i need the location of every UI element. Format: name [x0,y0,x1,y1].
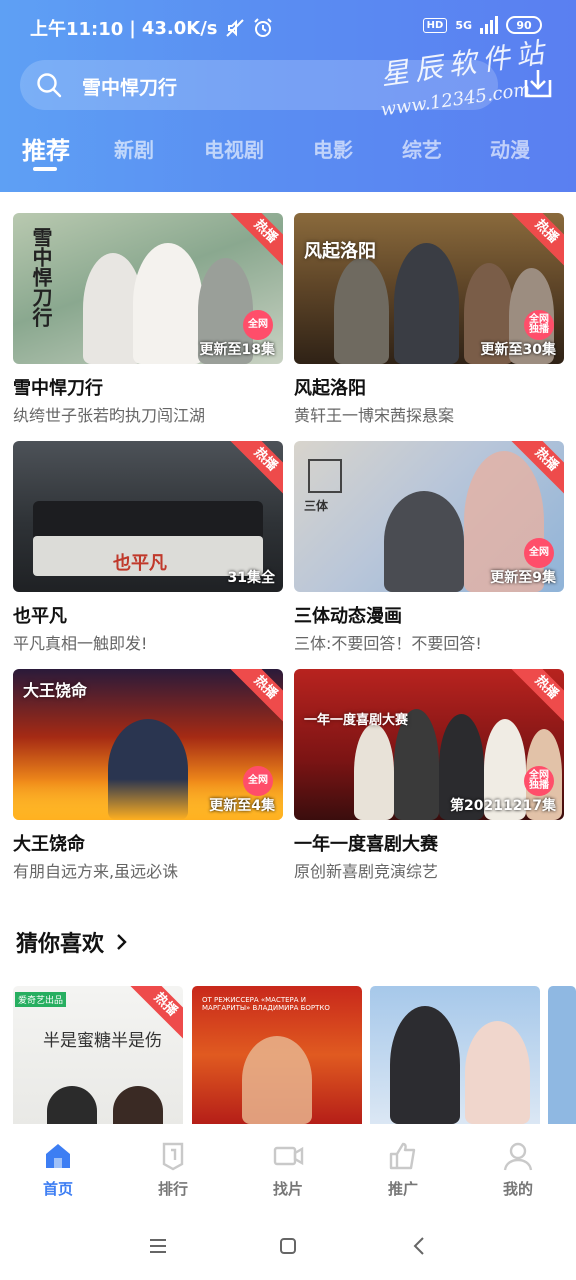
poster-title: 雪中悍刀行 [29,227,53,327]
episode-label: 更新至18集 [199,342,275,358]
nav-promotion[interactable]: 推广 [363,1140,443,1199]
status-time: 上午11:10 [30,19,124,40]
show-subtitle: 原创新喜剧竞演综艺 [294,862,439,880]
poster-title: 三体 [304,499,329,513]
search-icon [37,73,62,98]
recommendation-item-3[interactable] [370,986,540,1124]
show-card-3[interactable]: 也平凡 热播 31集全 也平凡 平凡真相一触即发! [13,441,283,652]
section-title: 猜你喜欢 [16,932,105,957]
hot-badge: 热播 [509,669,564,725]
profile-icon [503,1142,533,1171]
show-poster[interactable]: 也平凡 热播 31集全 [13,441,283,592]
tab-anime[interactable]: 动漫 [490,134,530,163]
episode-label: 第20211217集 [450,798,556,814]
episode-label: 31集全 [227,570,275,586]
hot-badge: 热播 [228,669,283,725]
show-poster[interactable]: 雪中悍刀行 热播 全网 更新至18集 [13,213,283,364]
source-tag: 爱奇艺出品 [15,992,67,1007]
hot-badge: 热播 [228,441,283,497]
show-card-1[interactable]: 雪中悍刀行 热播 全网 更新至18集 雪中悍刀行 纨绔世子张若昀执刀闯江湖 [13,213,283,424]
tab-new-drama[interactable]: 新剧 [114,134,154,163]
poster-title: 一年一度喜剧大赛 [304,713,409,728]
guess-you-like-header[interactable]: 猜你喜欢 [16,926,130,958]
tab-tv-series[interactable]: 电视剧 [204,134,264,163]
thumbs-up-icon [389,1142,416,1170]
hot-badge: 热播 [509,213,564,269]
system-navigation-bar [0,1212,576,1280]
category-tabs: 推荐 新剧 电视剧 电影 综艺 动漫 [0,130,576,174]
nav-ranking[interactable]: 排行 [133,1140,213,1199]
network-badge: 全网 独播 [524,766,554,796]
recommendation-item-2[interactable]: ОТ РЕЖИССЕРА «МАСТЕРА И МАРГАРИТЫ» ВЛАДИ… [192,986,362,1124]
show-card-5[interactable]: 大王饶命 热播 全网 更新至4集 大王饶命 有朋自远方来,虽远必诛 [13,669,283,880]
app-header: 上午11:10 | 43.0K/s HD 5G 90 雪中悍刀行 星辰软件站 w… [0,0,576,192]
episode-label: 更新至30集 [480,342,556,358]
show-poster[interactable]: 大王饶命 热播 全网 更新至4集 [13,669,283,820]
show-subtitle: 平凡真相一触即发! [13,634,148,652]
ranking-icon [162,1142,184,1171]
signal-icon [480,16,498,34]
poster-title: 大王饶命 [23,681,88,700]
nav-find-movies[interactable]: 找片 [248,1140,328,1199]
show-poster[interactable]: 风起洛阳 热播 全网 独播 更新至30集 [294,213,564,364]
bottom-navigation: 首页 排行 找片 推广 我的 [0,1124,576,1212]
show-subtitle: 纨绔世子张若昀执刀闯江湖 [13,406,206,424]
show-title[interactable]: 也平凡 [13,602,283,627]
search-input[interactable]: 雪中悍刀行 [82,73,177,100]
show-subtitle: 三体:不要回答！不要回答! [294,634,482,652]
show-title[interactable]: 一年一度喜剧大赛 [294,830,564,855]
show-title[interactable]: 雪中悍刀行 [13,374,283,399]
recommendation-item-1[interactable]: 爱奇艺出品 半是蜜糖半是伤 热播 [13,986,183,1124]
tab-movies[interactable]: 电影 [313,134,353,163]
nav-profile[interactable]: 我的 [478,1140,558,1199]
show-subtitle: 有朋自远方来,虽远必诛 [13,862,179,880]
network-badge: 全网 [243,766,273,796]
network-badge: 全网 [524,538,554,568]
episode-label: 更新至4集 [209,798,275,814]
show-card-4[interactable]: 三体 热播 全网 更新至9集 三体动态漫画 三体:不要回答！不要回答! [294,441,564,652]
show-card-2[interactable]: 风起洛阳 热播 全网 独播 更新至30集 风起洛阳 黄轩王一博宋茜探悬案 [294,213,564,424]
video-camera-icon [273,1146,304,1166]
hd-indicator: HD [422,17,448,33]
download-icon[interactable] [520,66,556,102]
chevron-right-icon [117,934,127,950]
mute-icon [225,19,244,37]
recommendation-item-4[interactable] [548,986,576,1124]
network-type: 5G [455,18,472,32]
show-card-6[interactable]: 一年一度喜剧大赛 热播 全网 独播 第20211217集 一年一度喜剧大赛 原创… [294,669,564,880]
active-tab-indicator [33,167,57,171]
network-badge: 全网 [243,310,273,340]
nav-home[interactable]: 首页 [18,1140,98,1199]
tab-recommend[interactable]: 推荐 [22,131,70,166]
home-icon [46,1144,70,1168]
alarm-icon [253,18,272,37]
show-poster[interactable]: 三体 热播 全网 更新至9集 [294,441,564,592]
show-title[interactable]: 风起洛阳 [294,374,564,399]
tab-variety[interactable]: 综艺 [402,134,442,163]
show-subtitle: 黄轩王一博宋茜探悬案 [294,406,455,424]
menu-icon[interactable] [148,1236,168,1256]
poster-title: ОТ РЕЖИССЕРА «МАСТЕРА И МАРГАРИТЫ» ВЛАДИ… [202,996,330,1013]
poster-title: 也平凡 [113,553,167,574]
network-speed: 43.0K/s [141,17,218,39]
poster-title: 风起洛阳 [304,241,376,262]
back-icon[interactable] [410,1236,430,1256]
show-title[interactable]: 三体动态漫画 [294,602,564,627]
show-title[interactable]: 大王饶命 [13,830,283,855]
hot-badge: 热播 [228,213,283,269]
episode-label: 更新至9集 [490,570,556,586]
show-poster[interactable]: 一年一度喜剧大赛 热播 全网 独播 第20211217集 [294,669,564,820]
poster-title: 半是蜜糖半是伤 [43,1031,162,1051]
network-badge: 全网 独播 [524,310,554,340]
home-button-icon[interactable] [278,1236,298,1256]
